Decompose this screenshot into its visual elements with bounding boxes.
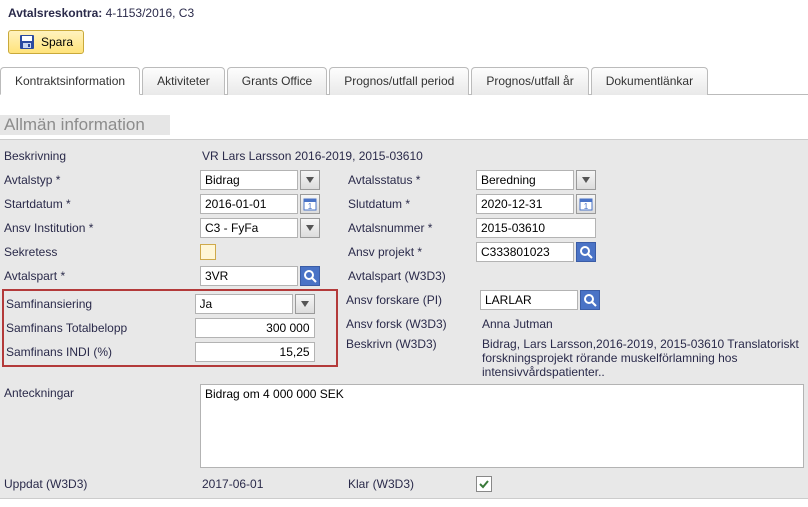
startdatum-input[interactable] — [200, 194, 298, 214]
ansv-forskare-search[interactable] — [580, 290, 600, 310]
tab-grants-office[interactable]: Grants Office — [227, 67, 327, 95]
ansv-projekt-input[interactable] — [476, 242, 574, 262]
avtalstyp-dropdown[interactable] — [300, 170, 320, 190]
klar-w3d3-label: Klar (W3D3) — [342, 477, 476, 491]
samfinansiering-dropdown[interactable] — [295, 294, 315, 314]
avtalspart-input[interactable] — [200, 266, 298, 286]
tab-aktiviteter[interactable]: Aktiviteter — [142, 67, 225, 95]
samfinans-total-input[interactable] — [195, 318, 315, 338]
avtalstyp-input[interactable] — [200, 170, 298, 190]
klar-w3d3-checkbox[interactable] — [476, 476, 492, 492]
tab-prognos-utfall-ar[interactable]: Prognos/utfall år — [471, 67, 588, 95]
tab-prognos-utfall-period[interactable]: Prognos/utfall period — [329, 67, 469, 95]
beskrivning-value: VR Lars Larsson 2016-2019, 2015-03610 — [200, 149, 423, 163]
avtalstyp-label: Avtalstyp * — [4, 173, 200, 187]
samfinans-indi-input[interactable] — [195, 342, 315, 362]
avtalspart-search[interactable] — [300, 266, 320, 286]
avtalsnummer-label: Avtalsnummer * — [342, 221, 476, 235]
ansv-projekt-label: Ansv projekt * — [342, 245, 476, 259]
tab-dokumentlankar[interactable]: Dokumentlänkar — [591, 67, 708, 95]
uppdat-w3d3-value: 2017-06-01 — [200, 477, 263, 491]
sekretess-label: Sekretess — [4, 245, 200, 259]
avtalsnummer-input[interactable] — [476, 218, 596, 238]
beskrivn-w3d3-value: Bidrag, Lars Larsson,2016-2019, 2015-036… — [480, 337, 800, 379]
startdatum-label: Startdatum * — [4, 197, 200, 211]
ansv-institution-dropdown[interactable] — [300, 218, 320, 238]
beskrivn-w3d3-label: Beskrivn (W3D3) — [346, 337, 480, 351]
samfinans-total-label: Samfinans Totalbelopp — [6, 321, 195, 335]
ansv-forsk-w3d3-value: Anna Jutman — [480, 317, 553, 331]
form-area: Beskrivning VR Lars Larsson 2016-2019, 2… — [0, 139, 808, 499]
save-button-label: Spara — [41, 35, 73, 49]
samfinansiering-label: Samfinansiering — [6, 297, 195, 311]
ansv-forskare-label: Ansv forskare (PI) — [346, 293, 480, 307]
page-title-value: 4-1153/2016, C3 — [106, 6, 195, 20]
avtalsstatus-dropdown[interactable] — [576, 170, 596, 190]
tab-bar: Kontraktsinformation Aktiviteter Grants … — [0, 66, 808, 95]
save-button[interactable]: Spara — [8, 30, 84, 54]
slutdatum-label: Slutdatum * — [342, 197, 476, 211]
tab-kontraktsinformation[interactable]: Kontraktsinformation — [0, 67, 140, 95]
ansv-forskare-input[interactable] — [480, 290, 578, 310]
sekretess-checkbox[interactable] — [200, 244, 216, 260]
avtalsstatus-label: Avtalsstatus * — [342, 173, 476, 187]
slutdatum-input[interactable] — [476, 194, 574, 214]
svg-text:1: 1 — [584, 202, 589, 211]
samfinansiering-group: Samfinansiering Samfinans Totalbelopp Sa… — [2, 289, 338, 367]
avtalspart-w3d3-label: Avtalspart (W3D3) — [342, 269, 476, 283]
ansv-forsk-w3d3-label: Ansv forsk (W3D3) — [346, 317, 480, 331]
anteckningar-label: Anteckningar — [4, 384, 200, 400]
ansv-institution-label: Ansv Institution * — [4, 221, 200, 235]
avtalspart-label: Avtalspart * — [4, 269, 200, 283]
svg-text:1: 1 — [308, 202, 313, 211]
beskrivning-label: Beskrivning — [4, 149, 200, 163]
samfinansiering-input[interactable] — [195, 294, 293, 314]
slutdatum-calendar[interactable]: 1 — [576, 194, 596, 214]
avtalsstatus-input[interactable] — [476, 170, 574, 190]
ansv-institution-input[interactable] — [200, 218, 298, 238]
samfinans-indi-label: Samfinans INDI (%) — [6, 345, 195, 359]
section-title: Allmän information — [0, 115, 808, 135]
page-title-label: Avtalsreskontra: — [8, 6, 102, 20]
uppdat-w3d3-label: Uppdat (W3D3) — [4, 477, 200, 491]
ansv-projekt-search[interactable] — [576, 242, 596, 262]
startdatum-calendar[interactable]: 1 — [300, 194, 320, 214]
save-icon — [19, 34, 35, 50]
anteckningar-textarea[interactable] — [200, 384, 804, 468]
